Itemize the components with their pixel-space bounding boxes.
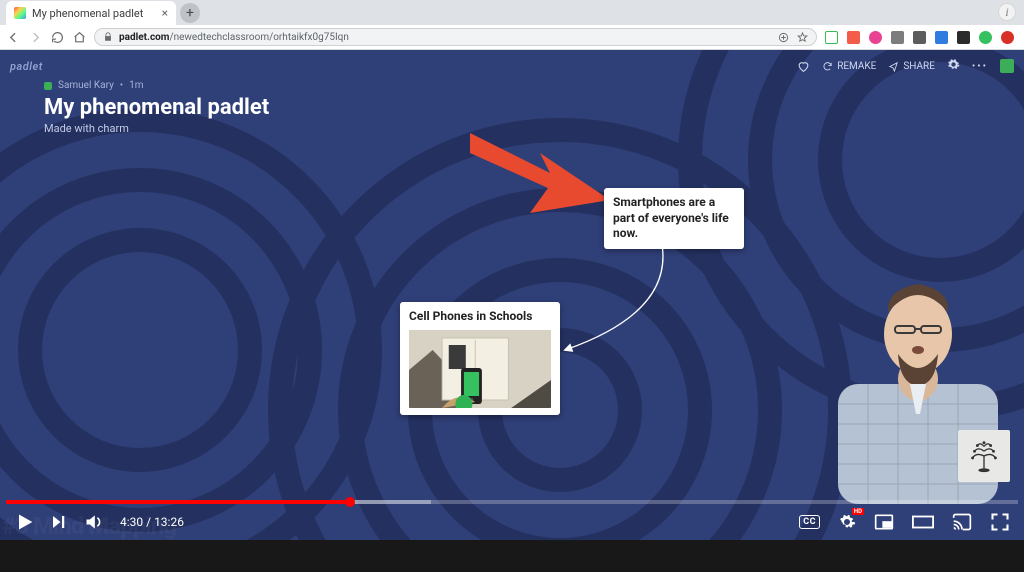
reload-button[interactable] (50, 30, 64, 44)
title-block: Samuel Kary • 1m My phenomenal padlet Ma… (44, 80, 269, 135)
app-top-bar: padlet REMAKE SHARE ••• (10, 57, 1014, 75)
time-separator: / (146, 515, 154, 529)
url-host: padlet.com (119, 32, 169, 43)
next-button[interactable] (50, 513, 68, 531)
like-button[interactable] (797, 60, 810, 73)
url-path: /newedtechclassroom/orhtaikfx0g75Iqn (169, 32, 348, 43)
time-display: 4:30 / 13:26 (120, 515, 184, 529)
author-avatar (44, 82, 52, 90)
note-text: Smartphones are a part of everyone's lif… (613, 195, 735, 242)
meta-separator: • (120, 80, 123, 91)
share-label: SHARE (903, 61, 935, 72)
tab-strip: My phenomenal padlet × + i (0, 0, 1024, 25)
cast-icon (952, 512, 972, 532)
theater-icon (912, 512, 934, 532)
miniplayer-icon (874, 512, 894, 532)
channel-logo (958, 430, 1010, 482)
browser-chrome: My phenomenal padlet × + i padlet.com/ne… (0, 0, 1024, 50)
main-card-image (409, 330, 551, 408)
new-tab-button[interactable]: + (180, 3, 200, 23)
back-button[interactable] (6, 30, 20, 44)
share-button[interactable]: SHARE (888, 61, 935, 72)
heart-icon (797, 60, 810, 73)
page-subtitle: Made with charm (44, 122, 269, 135)
forward-button[interactable] (28, 30, 42, 44)
captions-button[interactable]: CC (799, 515, 820, 529)
brand-label: padlet (10, 60, 43, 73)
next-icon (50, 513, 68, 531)
page-title: My phenomenal padlet (44, 95, 269, 120)
remake-button[interactable]: REMAKE (822, 61, 876, 72)
home-button[interactable] (72, 30, 86, 44)
settings-button[interactable]: HD (838, 513, 856, 531)
hd-badge: HD (852, 508, 864, 515)
extension-icon[interactable] (825, 31, 838, 44)
info-icon[interactable]: i (998, 3, 1016, 21)
lock-icon (103, 32, 113, 42)
player-controls: 4:30 / 13:26 CC HD (0, 504, 1024, 540)
top-actions: REMAKE SHARE ••• (797, 58, 1014, 74)
tab-title: My phenomenal padlet (32, 7, 143, 20)
extension-icon[interactable] (979, 31, 992, 44)
address-bar[interactable]: padlet.com/newedtechclassroom/orhtaikfx0… (94, 28, 817, 46)
extension-icon[interactable] (847, 31, 860, 44)
remake-label: REMAKE (837, 61, 876, 72)
cast-button[interactable] (952, 512, 972, 532)
settings-button[interactable] (947, 58, 960, 74)
duration: 13:26 (154, 515, 184, 529)
theater-button[interactable] (912, 512, 934, 532)
meta-row: Samuel Kary • 1m (44, 80, 269, 91)
note-card[interactable]: Smartphones are a part of everyone's lif… (604, 188, 744, 249)
extension-icon[interactable] (935, 31, 948, 44)
gear-icon (838, 513, 856, 531)
author-name: Samuel Kary (58, 80, 114, 91)
fullscreen-icon (990, 512, 1010, 532)
extensions-row (825, 31, 1018, 44)
play-button[interactable] (14, 512, 34, 532)
play-icon (14, 512, 34, 532)
bookmark-star-icon[interactable] (797, 32, 808, 43)
gear-icon (947, 58, 960, 71)
fullscreen-button[interactable] (990, 512, 1010, 532)
big-arrow-icon (470, 128, 610, 218)
tab-close-button[interactable]: × (162, 6, 168, 20)
volume-button[interactable] (84, 512, 104, 532)
extension-icon[interactable] (891, 31, 904, 44)
extension-icon[interactable] (869, 31, 882, 44)
more-button[interactable]: ••• (972, 61, 988, 72)
current-time: 4:30 (120, 515, 143, 529)
browser-tab[interactable]: My phenomenal padlet × (6, 1, 176, 25)
install-icon[interactable] (778, 32, 789, 43)
avatar-button[interactable] (1000, 59, 1014, 73)
main-card-title: Cell Phones in Schools (409, 309, 551, 325)
video-viewport: padlet REMAKE SHARE ••• Samuel Kary (0, 50, 1024, 540)
address-row: padlet.com/newedtechclassroom/orhtaikfx0… (0, 25, 1024, 49)
extension-icon[interactable] (1001, 31, 1014, 44)
extension-icon[interactable] (957, 31, 970, 44)
extension-icon[interactable] (913, 31, 926, 44)
tab-favicon (14, 7, 26, 19)
share-icon (888, 61, 899, 72)
age-label: 1m (129, 80, 143, 91)
remake-icon (822, 61, 833, 72)
miniplayer-button[interactable] (874, 512, 894, 532)
main-card[interactable]: Cell Phones in Schools (400, 302, 560, 415)
volume-icon (84, 512, 104, 532)
